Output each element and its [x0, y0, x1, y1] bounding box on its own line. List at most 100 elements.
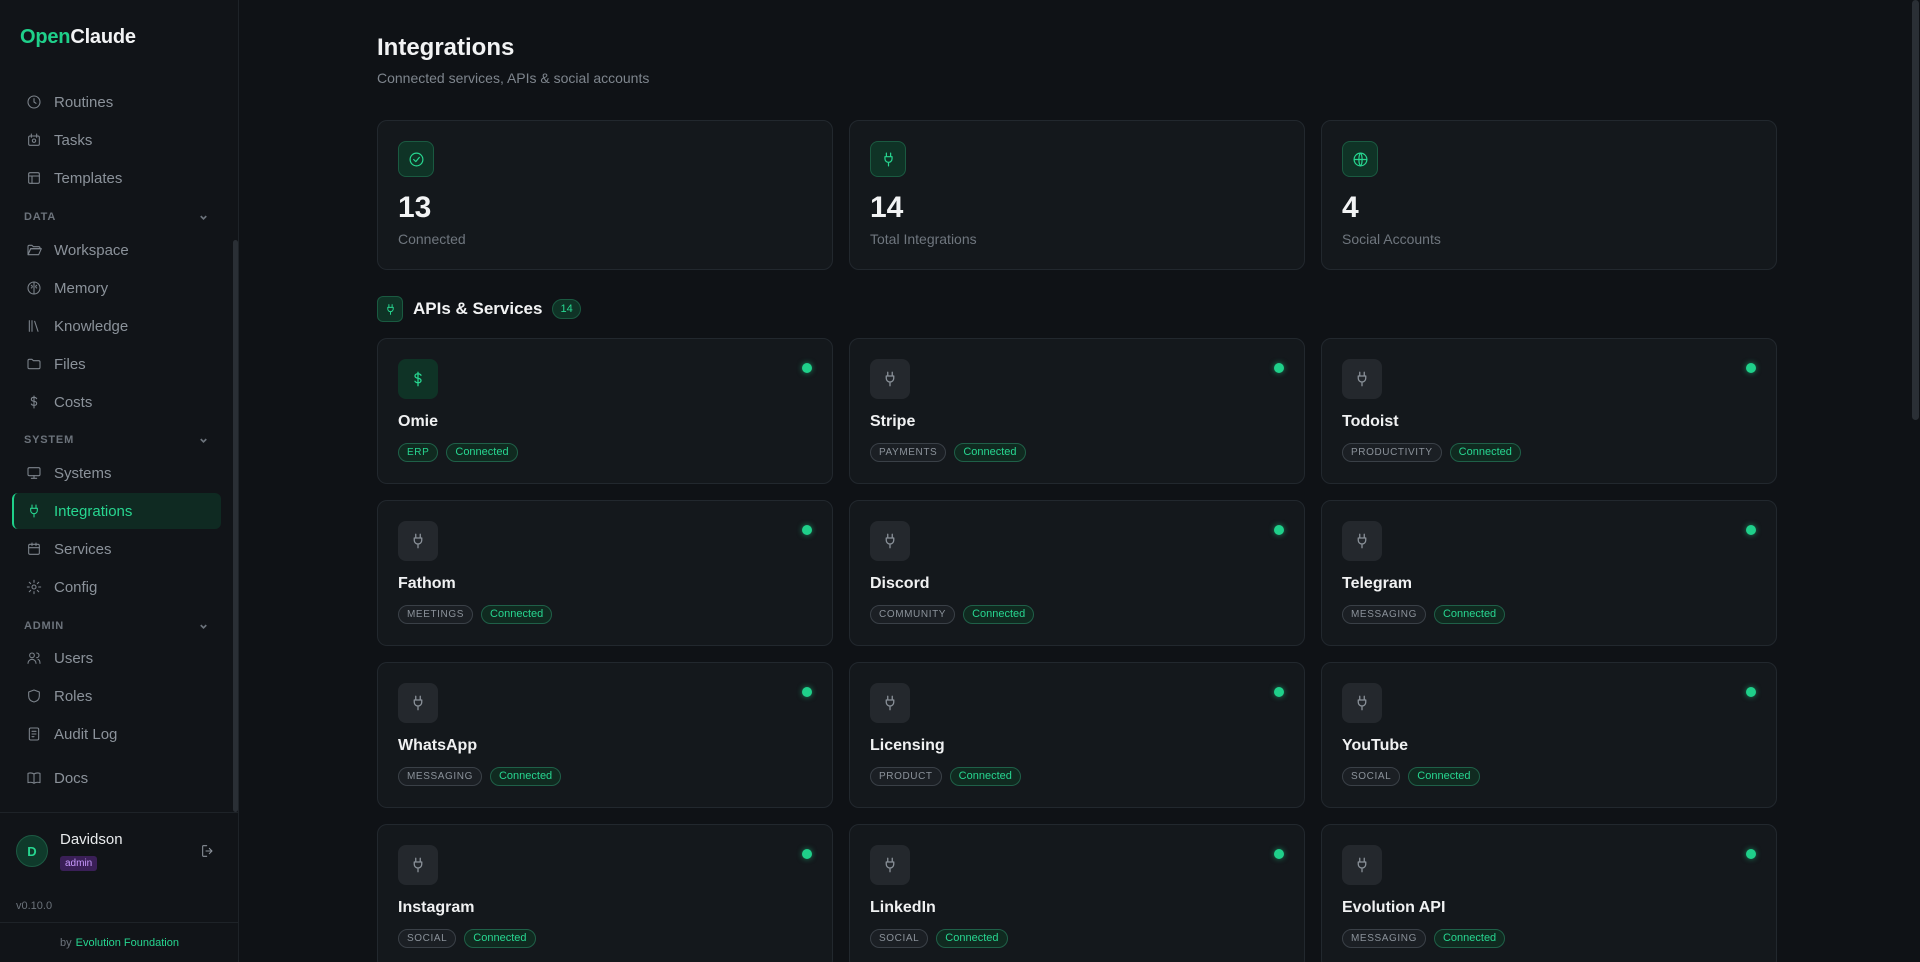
plug-icon — [398, 845, 438, 885]
sidebar-item-users[interactable]: Users — [12, 640, 221, 676]
integration-card-discord[interactable]: Discord COMMUNITY Connected — [849, 500, 1305, 646]
brain-icon — [27, 281, 41, 295]
sidebar-item-templates[interactable]: Templates — [12, 160, 221, 196]
sidebar-item-label: Costs — [54, 393, 93, 411]
plug-icon — [870, 683, 910, 723]
plug-icon — [870, 359, 910, 399]
section-label-data[interactable]: DATA — [24, 211, 209, 223]
stat-label: Connected — [398, 231, 466, 247]
status-badge: Connected — [446, 443, 518, 462]
section-label-text: DATA — [24, 211, 57, 223]
category-tag: MESSAGING — [398, 767, 482, 786]
plug-icon — [870, 141, 906, 177]
check-circle-icon — [398, 141, 434, 177]
chevron-down-icon — [200, 438, 207, 443]
integration-name: Licensing — [870, 737, 945, 754]
sidebar-item-audit-log[interactable]: Audit Log — [12, 716, 221, 752]
brand-logo[interactable]: OpenClaude — [20, 26, 136, 49]
footer-org-link[interactable]: Evolution Foundation — [76, 937, 179, 949]
sidebar-item-services[interactable]: Services — [12, 531, 221, 567]
integration-tags: MESSAGING Connected — [398, 767, 562, 786]
dollar-icon — [398, 359, 438, 399]
plug-icon — [870, 845, 910, 885]
sidebar-item-docs[interactable]: Docs — [12, 760, 221, 796]
sidebar-item-workspace[interactable]: Workspace — [12, 232, 221, 268]
section-label-text: SYSTEM — [24, 434, 75, 446]
integration-tags: PRODUCTIVITY Connected — [1342, 443, 1521, 462]
integration-card-instagram[interactable]: Instagram SOCIAL Connected — [377, 824, 833, 962]
stat-card-total-integrations: 14 Total Integrations — [849, 120, 1305, 270]
version-label: v0.10.0 — [16, 900, 53, 912]
plug-icon — [398, 683, 438, 723]
sidebar-item-memory[interactable]: Memory — [12, 270, 221, 306]
sidebar-item-costs[interactable]: Costs — [12, 384, 221, 420]
sidebar-item-label: Roles — [54, 687, 93, 705]
avatar[interactable]: D — [16, 835, 48, 867]
audit-icon — [28, 727, 40, 741]
integration-card-youtube[interactable]: YouTube SOCIAL Connected — [1321, 662, 1777, 808]
category-tag: MEETINGS — [398, 605, 474, 624]
integration-card-stripe[interactable]: Stripe PAYMENTS Connected — [849, 338, 1305, 484]
sidebar-item-knowledge[interactable]: Knowledge — [12, 308, 221, 344]
integration-card-telegram[interactable]: Telegram MESSAGING Connected — [1321, 500, 1777, 646]
sidebar-item-integrations[interactable]: Integrations — [12, 493, 221, 529]
plug-icon — [377, 296, 403, 322]
integration-name: Telegram — [1342, 575, 1412, 592]
plug-icon — [1342, 521, 1382, 561]
section-label-system[interactable]: SYSTEM — [24, 434, 209, 446]
sidebar-item-label: Systems — [54, 464, 112, 482]
book-icon — [27, 772, 41, 784]
status-dot — [1746, 849, 1756, 859]
status-badge: Connected — [949, 767, 1021, 786]
footer-credit: by Evolution Foundation — [60, 937, 179, 949]
chevron-down-icon — [200, 215, 207, 220]
logout-icon[interactable] — [200, 843, 216, 859]
integration-card-licensing[interactable]: Licensing PRODUCT Connected — [849, 662, 1305, 808]
status-dot — [1746, 363, 1756, 373]
page-title: Integrations — [377, 34, 515, 61]
footer-by: by — [60, 937, 72, 949]
stat-card-social-accounts: 4 Social Accounts — [1321, 120, 1777, 270]
integration-tags: MESSAGING Connected — [1342, 929, 1506, 948]
shield-icon — [28, 689, 40, 703]
status-dot — [802, 525, 812, 535]
library-icon — [28, 320, 39, 332]
integration-card-linkedin[interactable]: LinkedIn SOCIAL Connected — [849, 824, 1305, 962]
integration-card-omie[interactable]: Omie ERP Connected — [377, 338, 833, 484]
status-dot — [802, 849, 812, 859]
plug-icon — [1342, 683, 1382, 723]
integration-name: LinkedIn — [870, 899, 936, 916]
status-badge: Connected — [1449, 443, 1521, 462]
integration-name: YouTube — [1342, 737, 1409, 754]
plug-icon — [30, 504, 38, 518]
sidebar-item-config[interactable]: Config — [12, 569, 221, 605]
sidebar-item-tasks[interactable]: Tasks — [12, 122, 221, 158]
integration-card-whatsapp[interactable]: WhatsApp MESSAGING Connected — [377, 662, 833, 808]
status-dot — [1746, 525, 1756, 535]
sidebar-item-systems[interactable]: Systems — [12, 455, 221, 491]
integration-name: Evolution API — [1342, 899, 1446, 916]
status-badge: Connected — [963, 605, 1035, 624]
calendar-icon — [28, 542, 40, 555]
chevron-down-icon — [200, 624, 207, 629]
sidebar-item-roles[interactable]: Roles — [12, 678, 221, 714]
status-dot — [1746, 687, 1756, 697]
integration-card-fathom[interactable]: Fathom MEETINGS Connected — [377, 500, 833, 646]
category-tag: PAYMENTS — [870, 443, 947, 462]
plug-icon — [1342, 845, 1382, 885]
category-tag: SOCIAL — [1342, 767, 1401, 786]
category-tag: ERP — [398, 443, 439, 462]
integration-tags: SOCIAL Connected — [398, 929, 536, 948]
category-tag: SOCIAL — [870, 929, 929, 948]
section-label-admin[interactable]: ADMIN — [24, 620, 209, 632]
status-dot — [1274, 363, 1284, 373]
sidebar-item-routines[interactable]: Routines — [12, 84, 221, 120]
status-badge: Connected — [1433, 929, 1506, 948]
main-scrollbar[interactable] — [1912, 0, 1919, 420]
integration-card-todoist[interactable]: Todoist PRODUCTIVITY Connected — [1321, 338, 1777, 484]
footer-divider — [0, 922, 239, 923]
integration-card-evolution-api[interactable]: Evolution API MESSAGING Connected — [1321, 824, 1777, 962]
sidebar-item-files[interactable]: Files — [12, 346, 221, 382]
sidebar-scrollbar[interactable] — [233, 240, 238, 812]
status-dot — [802, 687, 812, 697]
